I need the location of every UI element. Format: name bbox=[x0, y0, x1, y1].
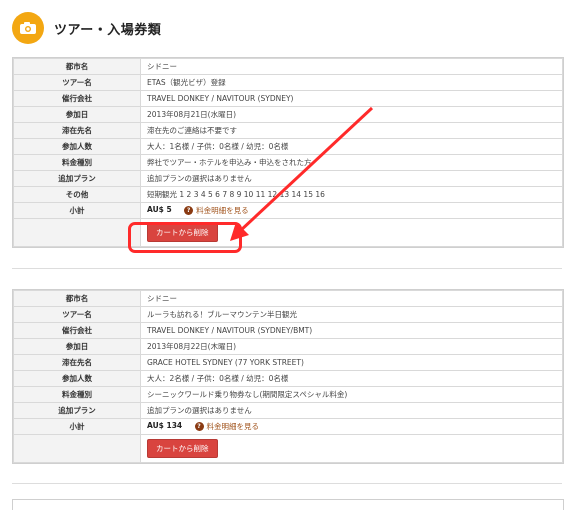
annotation-arrow-icon bbox=[230, 106, 374, 241]
